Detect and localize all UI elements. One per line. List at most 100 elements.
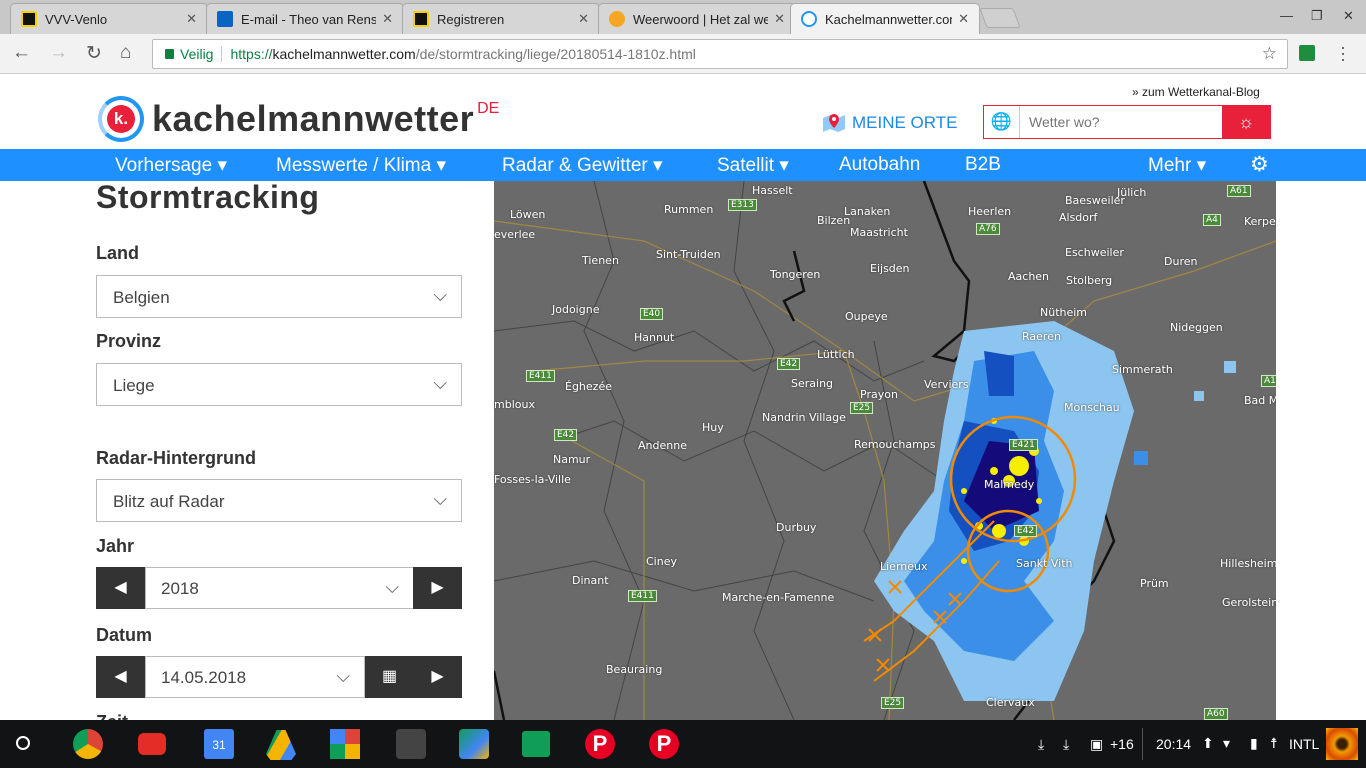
search-button[interactable]: ☼	[1222, 106, 1270, 138]
datum-select[interactable]: 14.05.2018 ⌵	[145, 656, 365, 698]
map-place-label: mbloux	[494, 398, 535, 411]
map-place-label: Verviers	[924, 378, 969, 391]
browser-toolbar: ← → ↻ ⌂ Veilig https://kachelmannwetter.…	[0, 34, 1366, 74]
download-icon[interactable]: ⤓	[1038, 736, 1044, 753]
meine-orte-label: MEINE ORTE	[852, 113, 958, 132]
download-icon-2[interactable]: ⤓	[1063, 736, 1069, 753]
location-search: 🌐 ☼	[983, 105, 1271, 139]
sync-icon[interactable]: ⬆	[1202, 735, 1214, 752]
close-tab-icon[interactable]: ✕	[774, 11, 785, 27]
url-text[interactable]: https://kachelmannwetter.com/de/stormtra…	[230, 46, 695, 62]
close-tab-icon[interactable]: ✕	[186, 11, 197, 27]
pinterest-app-icon-2[interactable]: P	[649, 729, 679, 759]
address-bar[interactable]: Veilig https://kachelmannwetter.com/de/s…	[152, 39, 1288, 69]
datum-prev-button[interactable]: ◀	[96, 656, 145, 698]
settings-gear-icon[interactable]: ⚙	[1250, 152, 1269, 177]
map-place-label: Duren	[1164, 255, 1198, 268]
radar-hintergrund-value: Blitz auf Radar	[113, 492, 225, 511]
map-place-label: Prayon	[860, 388, 898, 401]
radar-hintergrund-select[interactable]: Blitz auf Radar ⌵	[96, 479, 462, 522]
tab-strip: VVV-Venlo ✕ E-mail - Theo van Rensen ✕ Reg…	[0, 0, 1366, 34]
tab-email[interactable]: E-mail - Theo van Rensen ✕	[206, 3, 404, 34]
user-avatar[interactable]	[1326, 728, 1358, 760]
calendar-app-icon[interactable]: 31	[204, 729, 234, 759]
forward-icon[interactable]: →	[49, 42, 68, 64]
minimize-icon[interactable]: —	[1280, 8, 1293, 23]
chromeos-shelf: 31 P P ⤓ ⤓ ▣ +16 20:14 ⬆ ▾ ▮ ☨ INTL	[0, 720, 1366, 768]
clock[interactable]: 20:14	[1156, 736, 1191, 752]
extension-icon[interactable]	[1299, 45, 1315, 61]
maps-app-icon[interactable]	[459, 729, 489, 759]
drive-app-icon[interactable]	[266, 730, 296, 760]
map-place-label: Aachen	[1008, 270, 1050, 283]
battery-icon[interactable]: ▮	[1250, 735, 1258, 752]
nav-autobahn[interactable]: Autobahn	[839, 154, 920, 176]
jahr-select[interactable]: 2018 ⌵	[145, 567, 414, 609]
home-icon[interactable]: ⌂	[120, 42, 131, 64]
map-place-label: Raeren	[1022, 330, 1061, 343]
tab-kachelmannwetter[interactable]: Kachelmannwetter.com ✕	[790, 3, 980, 34]
nav-messwerte-klima[interactable]: Messwerte / Klima ▾	[276, 154, 446, 177]
tab-title: Kachelmannwetter.com	[825, 11, 953, 27]
youtube-app-icon[interactable]	[138, 733, 166, 755]
tab-vvv-venlo[interactable]: VVV-Venlo ✕	[10, 3, 208, 34]
reload-icon[interactable]: ↻	[86, 42, 102, 65]
map-place-label: Fosses-la-Ville	[494, 473, 571, 486]
map-place-label: Simmerath	[1112, 363, 1173, 376]
meine-orte-button[interactable]: MEINE ORTE	[822, 112, 957, 134]
blog-link[interactable]: » zum Wetterkanal-Blog	[1132, 85, 1260, 99]
image-notification-icon[interactable]: ▣	[1090, 736, 1103, 753]
map-road-label: E25	[881, 697, 905, 709]
map-place-label: Marche-en-Famenne	[722, 591, 835, 604]
nav-vorhersage[interactable]: Vorhersage ▾	[115, 154, 227, 177]
nav-mehr[interactable]: Mehr ▾	[1148, 154, 1206, 177]
tab-registreren[interactable]: Registreren ✕	[402, 3, 600, 34]
wifi-icon[interactable]: ▾	[1223, 735, 1230, 752]
nav-b2b[interactable]: B2B	[965, 154, 1001, 176]
map-place-label: Jülich	[1117, 186, 1147, 199]
tab-weerwoord[interactable]: Weerwoord | Het zal weer ✕	[598, 3, 796, 34]
datum-value: 14.05.2018	[161, 668, 247, 687]
calendar-icon: ▦	[381, 668, 398, 685]
land-select[interactable]: Belgien ⌵	[96, 275, 462, 318]
search-input[interactable]	[1020, 106, 1222, 138]
close-window-icon[interactable]: ✕	[1343, 8, 1354, 24]
map-place-label: Lanaken	[844, 205, 891, 218]
launcher-icon[interactable]	[16, 736, 30, 750]
calculator-app-icon[interactable]	[396, 729, 426, 759]
url-path: /de/stormtracking/liege/20180514-1810z.h…	[415, 46, 696, 62]
close-tab-icon[interactable]: ✕	[382, 11, 393, 27]
map-road-label: A61	[1227, 185, 1251, 197]
bookmark-star-icon[interactable]: ☆	[1262, 44, 1277, 64]
photos-app-icon[interactable]	[330, 729, 360, 759]
accessibility-icon[interactable]: ☨	[1270, 735, 1278, 752]
new-tab-button[interactable]	[979, 8, 1021, 28]
nav-satellit[interactable]: Satellit ▾	[717, 154, 789, 177]
back-icon[interactable]: ←	[12, 42, 31, 64]
close-tab-icon[interactable]: ✕	[958, 11, 969, 27]
classroom-app-icon[interactable]	[522, 731, 550, 757]
land-label: Land	[96, 243, 139, 263]
map-place-label: Prüm	[1140, 577, 1169, 590]
calendar-button[interactable]: ▦	[365, 656, 414, 698]
notification-count[interactable]: +16	[1110, 736, 1134, 752]
datum-next-button[interactable]: ▶	[413, 656, 462, 698]
input-method[interactable]: INTL	[1289, 736, 1319, 752]
pinterest-app-icon[interactable]: P	[585, 729, 615, 759]
nav-radar-gewitter[interactable]: Radar & Gewitter ▾	[502, 154, 663, 177]
maximize-icon[interactable]: ❐	[1311, 8, 1323, 24]
stormtracking-map[interactable]: Hasselt Löwen Rummen Bilzen Lanaken Heerlen Ba…	[494, 181, 1276, 720]
site-logo[interactable]: k. kachelmannwetter DE	[98, 96, 499, 142]
map-place-label: Jodoigne	[552, 303, 600, 316]
jahr-next-button[interactable]: ▶	[413, 567, 462, 609]
jahr-prev-button[interactable]: ◀	[96, 567, 145, 609]
provinz-select[interactable]: Liege ⌵	[96, 363, 462, 406]
radar-hintergrund-label: Radar-Hintergrund	[96, 448, 257, 468]
globe-icon[interactable]: 🌐	[984, 106, 1020, 138]
chrome-app-icon[interactable]	[73, 729, 103, 759]
outlook-favicon	[217, 11, 233, 27]
map-place-label: Hannut	[634, 331, 675, 344]
map-road-label: A76	[976, 223, 1000, 235]
menu-icon[interactable]: · · ·	[1340, 38, 1346, 68]
close-tab-icon[interactable]: ✕	[578, 11, 589, 27]
